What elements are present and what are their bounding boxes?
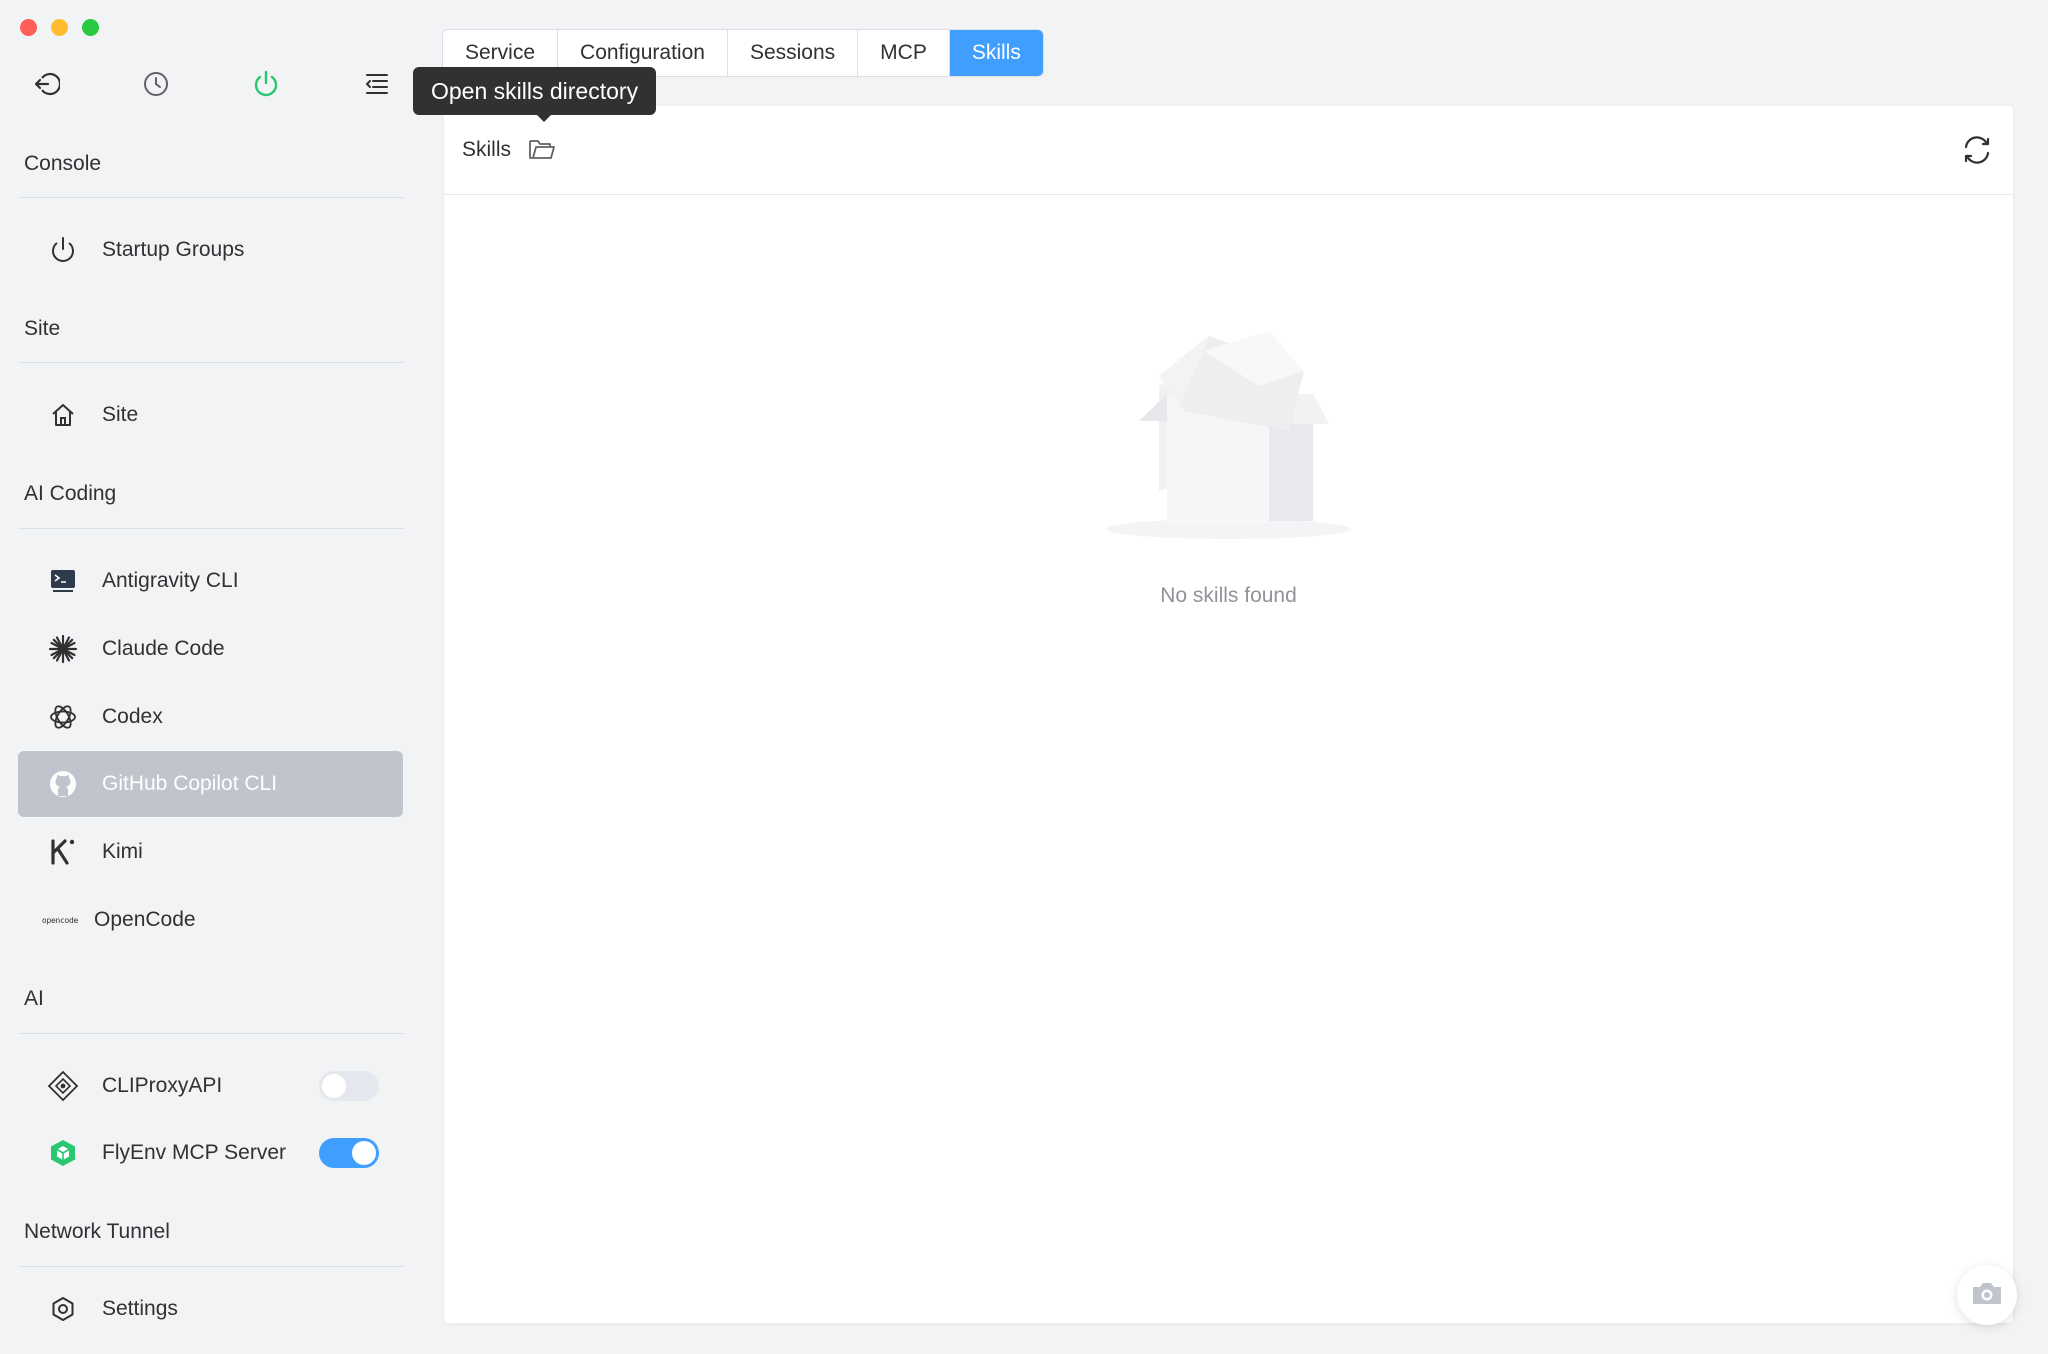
sidebar-item-cliproxyapi[interactable]: CLIProxyAPI — [18, 1053, 403, 1119]
sidebar-item-label: Codex — [102, 705, 163, 728]
sidebar-toolbar — [28, 66, 398, 106]
claude-starburst-icon — [46, 632, 80, 666]
refresh-icon[interactable] — [1959, 132, 1995, 168]
group-title-console: Console — [24, 152, 102, 175]
sidebar-item-label: Kimi — [102, 840, 143, 863]
sidebar-item-kimi[interactable]: Kimi — [18, 819, 403, 885]
power-icon[interactable] — [248, 66, 284, 102]
gear-icon — [46, 1292, 80, 1326]
group-title-network-tunnel: Network Tunnel — [24, 1220, 170, 1243]
sidebar-item-label: Settings — [102, 1297, 178, 1320]
divider — [18, 1033, 404, 1034]
kimi-icon — [46, 835, 80, 869]
tab-mcp[interactable]: MCP — [858, 30, 950, 76]
panel-title: Skills — [462, 138, 512, 161]
cliproxyapi-icon — [46, 1069, 80, 1103]
empty-state-text: No skills found — [1160, 584, 1297, 607]
group-title-ai-coding: AI Coding — [24, 482, 117, 505]
tab-sessions[interactable]: Sessions — [728, 30, 859, 76]
group-title-ai: AI — [24, 987, 44, 1010]
github-icon — [46, 767, 80, 801]
terminal-icon — [46, 564, 80, 598]
sidebar-item-antigravity-cli[interactable]: Antigravity CLI — [18, 548, 403, 614]
sidebar-item-label: Startup Groups — [102, 238, 245, 261]
tooltip-arrow — [536, 114, 552, 122]
screenshot-button[interactable] — [1957, 1265, 2017, 1325]
divider — [18, 528, 404, 529]
sidebar-item-codex[interactable]: Codex — [18, 684, 403, 750]
folder-open-icon[interactable] — [528, 136, 556, 162]
app-window: Console Startup Groups Site Site AI Codi… — [0, 0, 2048, 1354]
sidebar-item-opencode[interactable]: opencode OpenCode — [18, 887, 403, 953]
opencode-logo-text: opencode — [41, 915, 79, 925]
tab-skills[interactable]: Skills — [949, 30, 1043, 76]
flyenv-mcp-server-toggle[interactable] — [319, 1138, 379, 1168]
panel-header: Skills — [444, 106, 2013, 195]
divider — [18, 197, 404, 198]
skills-panel: Skills No skills found — [444, 106, 2013, 1323]
openai-icon — [46, 700, 80, 734]
sidebar-item-label: Claude Code — [102, 637, 225, 660]
back-icon[interactable] — [28, 66, 64, 102]
cliproxyapi-toggle[interactable] — [319, 1071, 379, 1101]
sidebar-item-label: OpenCode — [94, 908, 196, 931]
sidebar-item-flyenv-mcp-server[interactable]: FlyEnv MCP Server — [18, 1120, 403, 1186]
toggle-knob — [322, 1074, 346, 1098]
camera-icon — [1970, 1278, 2004, 1313]
sidebar-item-label: Antigravity CLI — [102, 569, 239, 592]
flyenv-cube-icon — [46, 1136, 80, 1170]
sidebar-item-claude-code[interactable]: Claude Code — [18, 616, 403, 682]
sidebar-item-label: CLIProxyAPI — [102, 1074, 223, 1097]
group-title-site: Site — [24, 317, 61, 340]
sidebar-item-label: Site — [102, 403, 139, 426]
toggle-knob — [352, 1141, 376, 1165]
home-icon — [46, 398, 80, 432]
history-icon[interactable] — [138, 66, 174, 102]
sidebar-item-github-copilot-cli[interactable]: GitHub Copilot CLI — [18, 751, 403, 817]
sidebar: Console Startup Groups Site Site AI Codi… — [0, 0, 420, 1354]
divider — [18, 1266, 404, 1267]
sidebar-item-label: GitHub Copilot CLI — [102, 772, 278, 795]
divider — [18, 362, 404, 363]
opencode-icon: opencode — [38, 903, 82, 937]
tooltip: Open skills directory — [413, 67, 657, 115]
collapse-menu-icon[interactable] — [358, 66, 394, 102]
sidebar-item-settings[interactable]: Settings — [18, 1276, 403, 1342]
empty-state-illustration — [444, 296, 2013, 561]
sidebar-item-label: FlyEnv MCP Server — [102, 1141, 286, 1164]
sidebar-item-site[interactable]: Site — [18, 382, 403, 448]
power-icon — [46, 233, 80, 267]
sidebar-item-startup-groups[interactable]: Startup Groups — [18, 217, 403, 283]
